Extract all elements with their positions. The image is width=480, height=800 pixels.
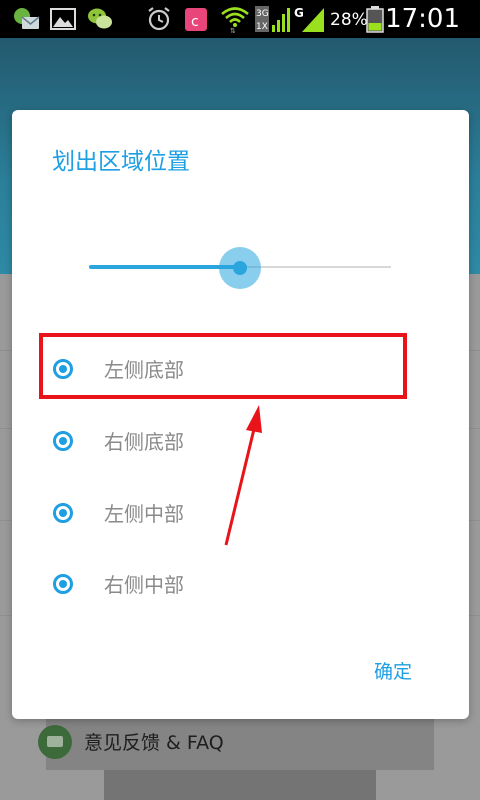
annotation-arrow-icon [224, 405, 262, 546]
